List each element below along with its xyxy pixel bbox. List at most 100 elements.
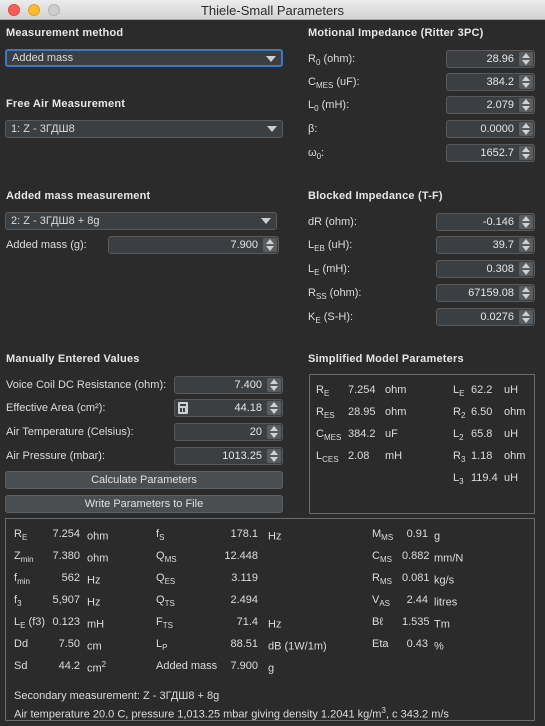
effective-area-spinner[interactable]: 44.18 bbox=[174, 399, 283, 417]
voice-coil-spinner[interactable]: 7.400 bbox=[174, 376, 283, 394]
motional-row-3-label: β: bbox=[308, 123, 318, 135]
calculate-parameters-button[interactable]: Calculate Parameters bbox=[5, 471, 283, 489]
result-col1-0-value: 7.254 bbox=[52, 528, 80, 540]
spinner-arrows-icon[interactable] bbox=[263, 238, 277, 252]
result-col1-3-label: f3 bbox=[14, 594, 22, 609]
motional-row-2-label: L0 (mH): bbox=[308, 99, 350, 114]
result-col2-1-label: QMS bbox=[156, 550, 177, 565]
spinner-arrows-icon[interactable] bbox=[519, 75, 533, 89]
added-mass-spinner[interactable]: 7.900 bbox=[108, 236, 279, 254]
write-parameters-button[interactable]: Write Parameters to File bbox=[5, 495, 283, 513]
result-col3-0-label: MMS bbox=[372, 528, 394, 543]
added-mass-label: Added mass (g): bbox=[6, 239, 87, 251]
result-col1-2-value: 562 bbox=[61, 572, 80, 584]
spinner-arrows-icon[interactable] bbox=[519, 310, 533, 324]
measurement-method-select[interactable]: Added mass bbox=[5, 49, 283, 67]
result-col2-5-unit: dB (1W/1m) bbox=[268, 640, 327, 653]
result-col1-5-value: 7.50 bbox=[58, 638, 80, 650]
result-col1-3-unit: Hz bbox=[87, 596, 101, 609]
result-col1-2-unit: Hz bbox=[87, 574, 101, 587]
simplified-right-3-value: 1.18 bbox=[471, 450, 493, 462]
result-col1-6-unit: cm2 bbox=[87, 660, 107, 675]
spinner-arrows-icon[interactable] bbox=[519, 122, 533, 136]
result-col2-0-unit: Hz bbox=[268, 530, 282, 543]
added-mass-select[interactable]: 2: Z - 3ГДШ8 + 8g bbox=[5, 212, 277, 230]
spinner-arrows-icon[interactable] bbox=[519, 98, 533, 112]
result-col1-0-unit: ohm bbox=[87, 530, 109, 543]
air-pressure-spinner[interactable]: 1013.25 bbox=[174, 447, 283, 465]
result-col3-1-value: 0.882 bbox=[402, 550, 430, 562]
spinner-arrows-icon[interactable] bbox=[519, 146, 533, 160]
blocked-row-0-spinner[interactable]: -0.146 bbox=[436, 213, 535, 231]
spinner-arrows-icon[interactable] bbox=[267, 378, 281, 392]
spinner-arrows-icon[interactable] bbox=[519, 262, 533, 276]
motional-title: Motional Impedance (Ritter 3PC) bbox=[308, 27, 484, 39]
air-temperature-label: Air Temperature (Celsius): bbox=[6, 426, 134, 438]
result-col3-1-label: CMS bbox=[372, 550, 392, 565]
blocked-title: Blocked Impedance (T-F) bbox=[308, 190, 443, 202]
added-mass-select-value: 2: Z - 3ГДШ8 + 8g bbox=[11, 215, 100, 227]
blocked-row-4-value: 0.0276 bbox=[480, 311, 514, 323]
blocked-row-3-spinner[interactable]: 67159.08 bbox=[436, 284, 535, 302]
simplified-right-0-value: 62.2 bbox=[471, 384, 493, 396]
measurement-method-title: Measurement method bbox=[6, 27, 124, 39]
air-pressure-value: 1013.25 bbox=[222, 450, 262, 462]
blocked-row-1-label: LEB (uH): bbox=[308, 239, 353, 254]
spinner-arrows-icon[interactable] bbox=[519, 215, 533, 229]
result-col3-4-value: 1.535 bbox=[402, 616, 430, 628]
result-col1-2-label: fmin bbox=[14, 572, 30, 587]
simplified-right-1-value: 6.50 bbox=[471, 406, 493, 418]
simplified-right-1-label: R2 bbox=[453, 406, 466, 421]
simplified-left-2-value: 384.2 bbox=[348, 428, 376, 440]
simplified-right-3-label: R3 bbox=[453, 450, 466, 465]
result-col1-4-unit: mH bbox=[87, 618, 105, 631]
result-col3-4-unit: Tm bbox=[434, 618, 450, 631]
result-col3-3-label: VAS bbox=[372, 594, 391, 609]
added-mass-value: 7.900 bbox=[230, 239, 258, 251]
blocked-row-2-spinner[interactable]: 0.308 bbox=[436, 260, 535, 278]
blocked-row-1-spinner[interactable]: 39.7 bbox=[436, 236, 535, 254]
blocked-row-4-spinner[interactable]: 0.0276 bbox=[436, 308, 535, 326]
spinner-arrows-icon[interactable] bbox=[267, 401, 281, 415]
simplified-title: Simplified Model Parameters bbox=[308, 353, 464, 365]
result-col2-0-label: fS bbox=[156, 528, 165, 543]
air-pressure-label: Air Pressure (mbar): bbox=[6, 450, 106, 462]
spinner-arrows-icon[interactable] bbox=[519, 286, 533, 300]
motional-row-4-spinner[interactable]: 1652.7 bbox=[446, 144, 535, 162]
blocked-row-2-label: LE (mH): bbox=[308, 263, 351, 278]
blocked-row-0-label: dR (ohm): bbox=[308, 216, 357, 228]
blocked-row-0-value: -0.146 bbox=[482, 216, 514, 228]
result-col2-3-value: 2.494 bbox=[230, 594, 258, 606]
motional-row-2-spinner[interactable]: 2.079 bbox=[446, 96, 535, 114]
air-temperature-value: 20 bbox=[249, 426, 262, 438]
motional-row-3-value: 0.0000 bbox=[480, 123, 514, 135]
spinner-arrows-icon[interactable] bbox=[519, 238, 533, 252]
result-col1-5-unit: cm bbox=[87, 640, 102, 653]
spinner-arrows-icon[interactable] bbox=[519, 52, 533, 66]
simplified-left-1-label: RES bbox=[316, 406, 335, 421]
result-col2-5-value: 88.51 bbox=[230, 638, 258, 650]
result-col3-3-value: 2.44 bbox=[406, 594, 428, 606]
result-col1-6-label: Sd bbox=[14, 660, 28, 672]
result-col3-5-unit: % bbox=[434, 640, 444, 653]
motional-row-1-spinner[interactable]: 384.2 bbox=[446, 73, 535, 91]
blocked-row-2-value: 0.308 bbox=[486, 263, 514, 275]
spinner-arrows-icon[interactable] bbox=[267, 449, 281, 463]
simplified-right-4-label: L3 bbox=[453, 472, 464, 487]
secondary-measurement-text: Secondary measurement: Z - 3ГДШ8 + 8g bbox=[14, 690, 220, 702]
spinner-arrows-icon[interactable] bbox=[267, 425, 281, 439]
result-col1-0-label: RE bbox=[14, 528, 28, 543]
result-col3-4-label: Bℓ bbox=[372, 616, 383, 628]
motional-row-0-spinner[interactable]: 28.96 bbox=[446, 50, 535, 68]
result-col1-4-label: LE (f3) bbox=[14, 616, 46, 631]
result-col2-2-value: 3.119 bbox=[231, 572, 258, 584]
blocked-row-3-value: 67159.08 bbox=[468, 287, 514, 299]
motional-row-3-spinner[interactable]: 0.0000 bbox=[446, 120, 535, 138]
result-col2-6-label: Added mass bbox=[156, 660, 218, 672]
result-col1-5-label: Dd bbox=[14, 638, 29, 650]
air-temperature-spinner[interactable]: 20 bbox=[174, 423, 283, 441]
calculator-icon[interactable] bbox=[178, 402, 188, 414]
result-col2-0-value: 178.1 bbox=[230, 528, 258, 540]
free-air-select[interactable]: 1: Z - 3ГДШ8 bbox=[5, 120, 283, 138]
simplified-left-1-unit: ohm bbox=[385, 406, 407, 418]
